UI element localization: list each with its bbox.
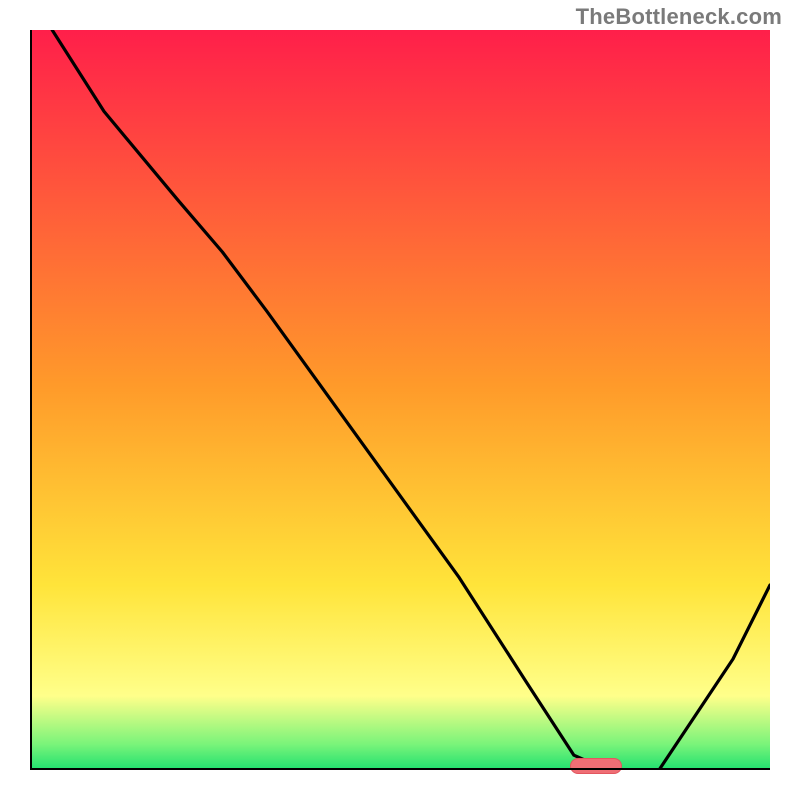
plot-area xyxy=(30,30,770,770)
optimal-marker xyxy=(570,758,622,774)
gradient-background xyxy=(30,30,770,770)
chart-container: { "watermark": "TheBottleneck.com", "col… xyxy=(0,0,800,800)
watermark-text: TheBottleneck.com xyxy=(576,4,782,30)
